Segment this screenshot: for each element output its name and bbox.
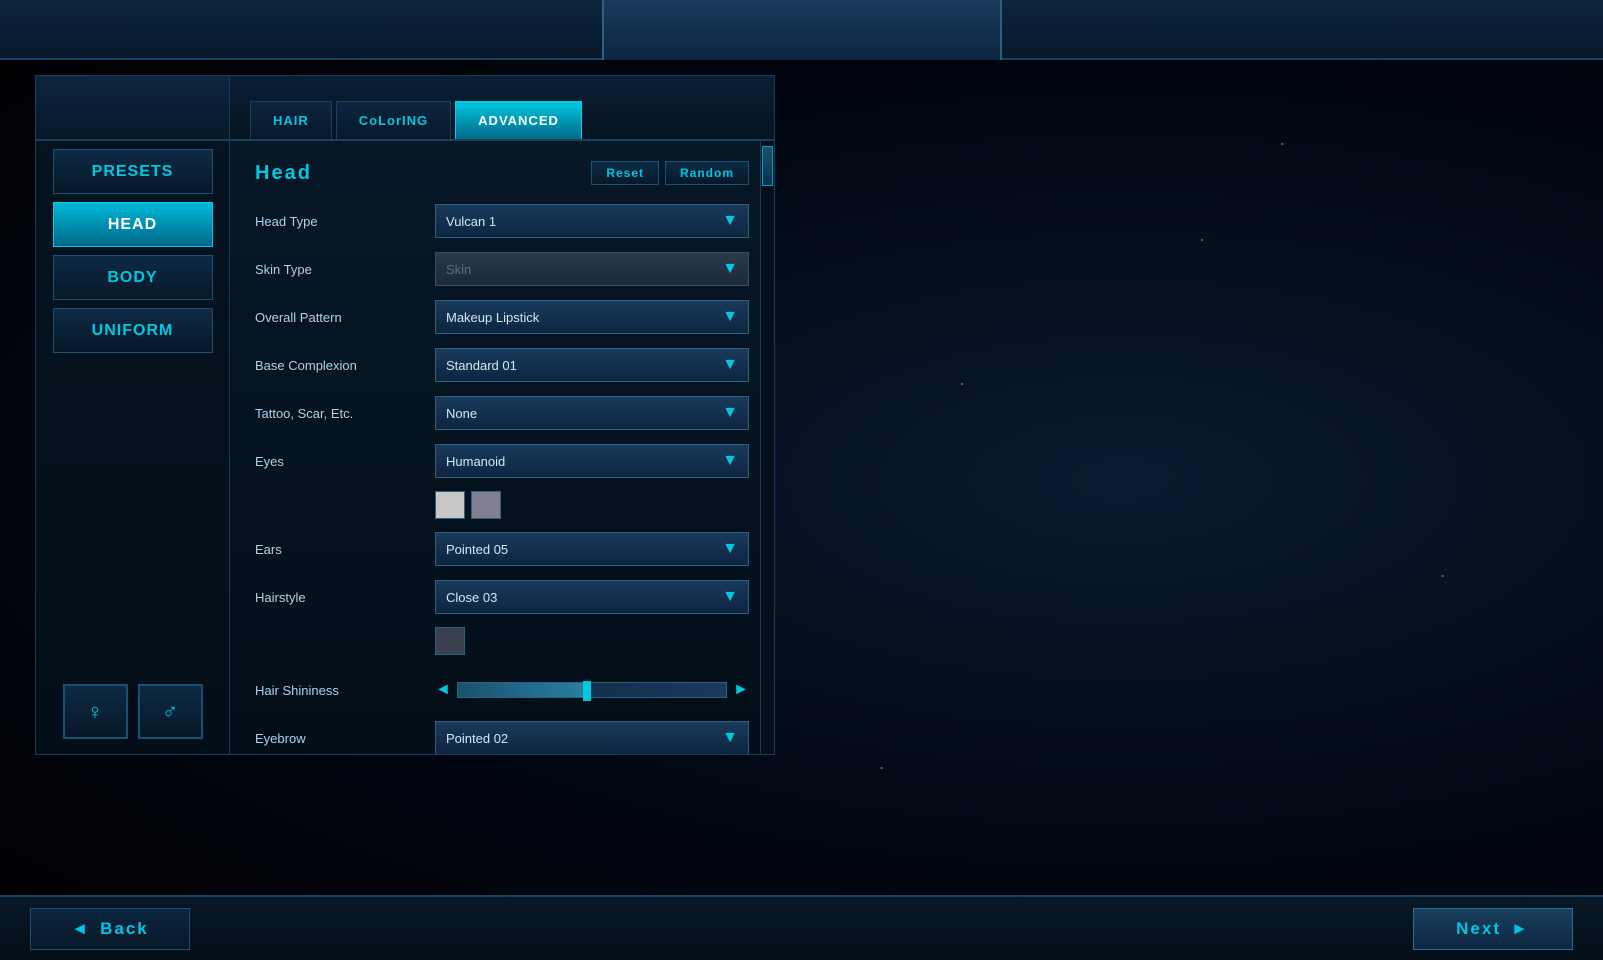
ears-label: Ears bbox=[255, 542, 435, 557]
eyebrow-label: Eyebrow bbox=[255, 731, 435, 746]
eyes-row: Eyes Humanoid ▼ bbox=[255, 443, 749, 479]
ears-row: Ears Pointed 05 ▼ bbox=[255, 531, 749, 567]
gender-male-button[interactable]: ♂ bbox=[138, 684, 203, 739]
next-arrow-icon: ► bbox=[1511, 919, 1530, 939]
hairstyle-arrow-icon: ▼ bbox=[722, 588, 738, 606]
head-random-button[interactable]: Random bbox=[665, 161, 749, 185]
overall-pattern-arrow-icon: ▼ bbox=[722, 308, 738, 326]
head-type-dropdown[interactable]: Vulcan 1 ▼ bbox=[435, 204, 749, 238]
base-complexion-arrow-icon: ▼ bbox=[722, 356, 738, 374]
hair-color-swatch[interactable] bbox=[435, 627, 465, 655]
top-bar bbox=[0, 0, 1603, 60]
eyes-swatch-2[interactable] bbox=[471, 491, 501, 519]
overall-pattern-row: Overall Pattern Makeup Lipstick ▼ bbox=[255, 299, 749, 335]
tattoo-scar-dropdown[interactable]: None ▼ bbox=[435, 396, 749, 430]
tab-coloring[interactable]: CoLorING bbox=[336, 101, 451, 139]
back-button[interactable]: ◄ Back bbox=[30, 908, 190, 950]
eyes-control: Humanoid ▼ bbox=[435, 444, 749, 478]
eyebrow-control: Pointed 02 ▼ bbox=[435, 721, 749, 754]
sidebar-item-uniform[interactable]: UNIFORM bbox=[53, 308, 213, 353]
scroll-indicator[interactable] bbox=[760, 141, 774, 754]
next-label: Next bbox=[1456, 919, 1501, 939]
base-complexion-label: Base Complexion bbox=[255, 358, 435, 373]
skin-type-dropdown: Skin ▼ bbox=[435, 252, 749, 286]
head-type-label: Head Type bbox=[255, 214, 435, 229]
ears-dropdown[interactable]: Pointed 05 ▼ bbox=[435, 532, 749, 566]
eyes-arrow-icon: ▼ bbox=[722, 452, 738, 470]
tab-hair[interactable]: HAIR bbox=[250, 101, 332, 139]
base-complexion-control: Standard 01 ▼ bbox=[435, 348, 749, 382]
hair-shininess-slider: ◄ ► bbox=[435, 681, 749, 699]
gender-female-button[interactable]: ♀ bbox=[63, 684, 128, 739]
tabs-row: HAIR CoLorING ADVANCED bbox=[230, 76, 774, 141]
hair-color-swatch-row bbox=[255, 627, 749, 660]
bottom-navigation: ◄ Back Next ► bbox=[0, 895, 1603, 960]
sidebar-item-head[interactable]: HEAD bbox=[53, 202, 213, 247]
sidebar-top-bar bbox=[36, 76, 229, 141]
tattoo-scar-control: None ▼ bbox=[435, 396, 749, 430]
eyes-swatches bbox=[255, 491, 749, 519]
eyes-swatch-1[interactable] bbox=[435, 491, 465, 519]
hairstyle-dropdown[interactable]: Close 03 ▼ bbox=[435, 580, 749, 614]
hair-shininess-right-arrow-icon[interactable]: ► bbox=[733, 681, 749, 699]
scroll-thumb[interactable] bbox=[762, 146, 773, 186]
head-type-control: Vulcan 1 ▼ bbox=[435, 204, 749, 238]
base-complexion-row: Base Complexion Standard 01 ▼ bbox=[255, 347, 749, 383]
head-reset-button[interactable]: Reset bbox=[591, 161, 659, 185]
eyes-label: Eyes bbox=[255, 454, 435, 469]
hairstyle-label: Hairstyle bbox=[255, 590, 435, 605]
sidebar: PRESETS HEAD BODY UNIFORM ♀ ♂ bbox=[35, 75, 230, 755]
hair-shininess-row: Hair Shininess ◄ ► bbox=[255, 672, 749, 708]
eyebrow-arrow-icon: ▼ bbox=[722, 729, 738, 747]
head-section-header: Head Reset Random bbox=[255, 161, 749, 185]
content-panel: HAIR CoLorING ADVANCED Head Reset Random… bbox=[230, 75, 775, 755]
skin-type-row: Skin Type Skin ▼ bbox=[255, 251, 749, 287]
hairstyle-control: Close 03 ▼ bbox=[435, 580, 749, 614]
hair-shininess-left-arrow-icon[interactable]: ◄ bbox=[435, 681, 451, 699]
hairstyle-row: Hairstyle Close 03 ▼ bbox=[255, 579, 749, 615]
ears-control: Pointed 05 ▼ bbox=[435, 532, 749, 566]
skin-type-control: Skin ▼ bbox=[435, 252, 749, 286]
hair-shininess-control: ◄ ► bbox=[435, 681, 749, 699]
head-section-title: Head bbox=[255, 162, 312, 185]
ears-arrow-icon: ▼ bbox=[722, 540, 738, 558]
tab-advanced[interactable]: ADVANCED bbox=[455, 101, 582, 139]
eyes-dropdown[interactable]: Humanoid ▼ bbox=[435, 444, 749, 478]
hair-shininess-fill bbox=[458, 683, 587, 697]
sidebar-item-body[interactable]: BODY bbox=[53, 255, 213, 300]
scroll-content[interactable]: Head Reset Random Head Type Vulcan 1 ▼ bbox=[230, 141, 774, 754]
head-type-arrow-icon: ▼ bbox=[722, 212, 738, 230]
sidebar-item-presets[interactable]: PRESETS bbox=[53, 149, 213, 194]
hair-shininess-track[interactable] bbox=[457, 682, 727, 698]
next-button[interactable]: Next ► bbox=[1413, 908, 1573, 950]
tattoo-scar-row: Tattoo, Scar, Etc. None ▼ bbox=[255, 395, 749, 431]
back-arrow-icon: ◄ bbox=[71, 919, 90, 939]
skin-type-arrow-icon: ▼ bbox=[722, 260, 738, 278]
overall-pattern-dropdown[interactable]: Makeup Lipstick ▼ bbox=[435, 300, 749, 334]
hair-shininess-thumb[interactable] bbox=[583, 681, 591, 701]
tattoo-scar-arrow-icon: ▼ bbox=[722, 404, 738, 422]
overall-pattern-control: Makeup Lipstick ▼ bbox=[435, 300, 749, 334]
base-complexion-dropdown[interactable]: Standard 01 ▼ bbox=[435, 348, 749, 382]
eyebrow-dropdown[interactable]: Pointed 02 ▼ bbox=[435, 721, 749, 754]
skin-type-label: Skin Type bbox=[255, 262, 435, 277]
gender-selector: ♀ ♂ bbox=[36, 684, 229, 739]
head-type-row: Head Type Vulcan 1 ▼ bbox=[255, 203, 749, 239]
overall-pattern-label: Overall Pattern bbox=[255, 310, 435, 325]
main-panel: PRESETS HEAD BODY UNIFORM ♀ ♂ HAIR bbox=[35, 75, 775, 755]
tattoo-scar-label: Tattoo, Scar, Etc. bbox=[255, 406, 435, 421]
head-section-buttons: Reset Random bbox=[591, 161, 749, 185]
hair-shininess-label: Hair Shininess bbox=[255, 683, 435, 698]
eyebrow-row: Eyebrow Pointed 02 ▼ bbox=[255, 720, 749, 754]
back-label: Back bbox=[100, 919, 149, 939]
top-bar-center bbox=[602, 0, 1002, 60]
